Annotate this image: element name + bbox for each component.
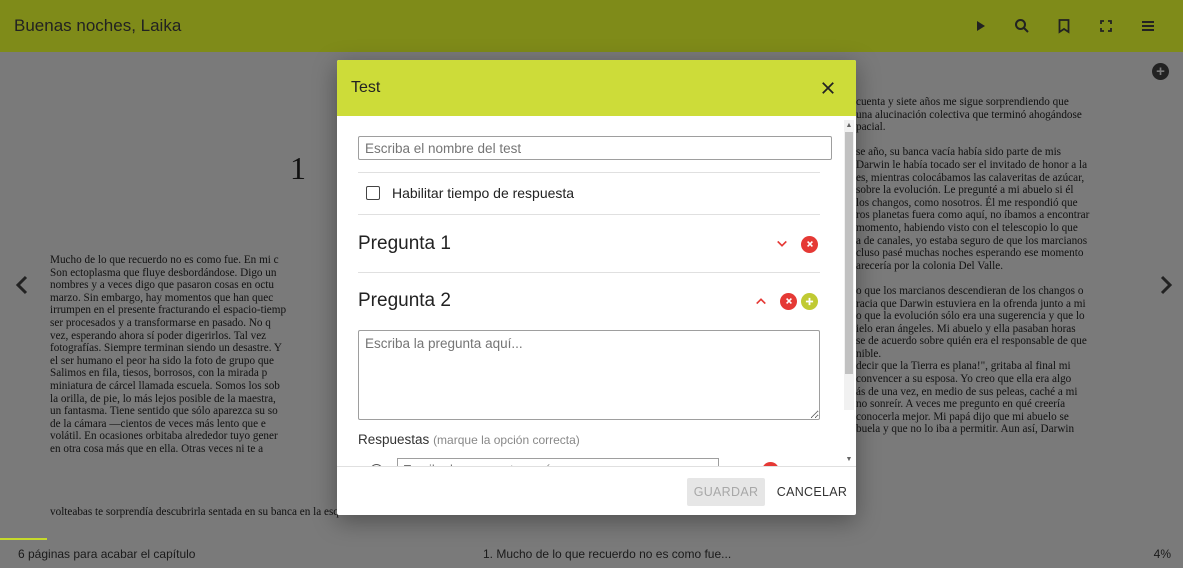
left-line: fotografías. Siempre terminan siendo un …	[50, 342, 282, 355]
left-line: en otra cosa más que en ella. Otras vece…	[50, 442, 264, 455]
previous-page-arrow-icon[interactable]	[10, 270, 34, 300]
timer-label: Habilitar tiempo de respuesta	[392, 185, 575, 201]
right-line: una alucinación colectiva que terminó ah…	[856, 108, 1082, 121]
right-line: ás de una vez, en medio de sus peleas, c…	[856, 385, 1078, 398]
right-line: nible.	[856, 347, 882, 360]
reading-progress-bar	[0, 538, 48, 540]
left-line: Son ectoplasma que fluye desbordándose. …	[50, 266, 277, 279]
left-line: Mucho de lo que recuerdo no es como fue.…	[50, 254, 279, 266]
right-line: sobre la evolución. Le pregunté a mi abu…	[856, 184, 1074, 197]
right-line: a de canales, yo estaba seguro de que lo…	[856, 234, 1088, 247]
right-line: es, mientras colocábamos las calaveritas…	[856, 171, 1085, 184]
right-line: cluso pasé muchas noches esperando ese m…	[856, 247, 1084, 260]
delete-question-2-icon[interactable]	[780, 292, 797, 310]
toolbar	[959, 0, 1169, 52]
bottom-bar: 6 páginas para acabar el capítulo 1. Muc…	[0, 538, 1183, 568]
right-line: o que los marcianos descendieran de los …	[856, 284, 1084, 297]
test-name-input[interactable]	[358, 136, 832, 160]
play-icon[interactable]	[959, 0, 1001, 52]
scroll-up-arrow-icon[interactable]: ▲	[845, 122, 853, 130]
add-icon[interactable]: +	[1152, 63, 1169, 80]
right-line: racia que Darwin estuviera en la ofrenda…	[856, 297, 1086, 310]
bookmark-icon[interactable]	[1043, 0, 1085, 52]
menu-icon[interactable]	[1127, 0, 1169, 52]
right-line: arecería por la colonia Del Valle.	[856, 259, 1004, 272]
fullscreen-icon[interactable]	[1085, 0, 1127, 52]
search-icon[interactable]	[1001, 0, 1043, 52]
chapter-title-text: 1. Mucho de lo que recuerdo no es como f…	[483, 547, 732, 561]
right-line: conocerla mejor. Mi papá dijo que mi abu…	[856, 410, 1069, 423]
right-line: no sonreír. A veces me pregunto en qué c…	[856, 398, 1066, 411]
left-line: marzo. Sin embargo, hay momentos que han…	[50, 291, 274, 304]
left-line: el ser humano el peor ha sido la foto de…	[50, 354, 274, 367]
right-line: decir que la Tierra es plana!", gritaba …	[856, 360, 1071, 373]
chevron-up-icon[interactable]	[752, 292, 770, 310]
right-line: convencer a su esposa. Yo creo que ella …	[856, 373, 1072, 386]
answer-input[interactable]	[397, 458, 719, 466]
timer-option[interactable]: Habilitar tiempo de respuesta	[366, 185, 574, 201]
right-line: se de acuerdo sobre quién era el respons…	[856, 335, 1087, 348]
right-line	[856, 272, 1146, 285]
left-line: vez, esperando ahora sí poder digerirlos…	[50, 329, 267, 342]
divider	[358, 272, 820, 273]
left-line: Salimos en fila, tiesos, borrosos, con l…	[50, 367, 268, 380]
right-text-column: cuenta y siete años me sigue sorprendien…	[856, 96, 1146, 436]
cancel-button[interactable]: CANCELAR	[775, 478, 849, 506]
answers-heading: Respuestas (marque la opción correcta)	[358, 432, 580, 447]
right-line	[856, 134, 1146, 147]
chapter-number: 1	[290, 150, 306, 186]
timer-checkbox[interactable]	[366, 186, 380, 200]
answer-row	[370, 458, 779, 466]
dialog-header: Test	[337, 60, 856, 116]
right-line: ros planetas fuera como aquí, no íbamos …	[856, 209, 1090, 222]
question-text-area[interactable]	[358, 330, 820, 420]
left-line: la orilla, de pie, lo más lejos posible …	[50, 392, 276, 405]
chevron-down-icon[interactable]	[773, 235, 791, 253]
right-line: o que la evolución sólo era una sugerenc…	[856, 310, 1085, 323]
close-icon[interactable]	[816, 76, 840, 100]
right-line: momento, habiendo visto con el telescopi…	[856, 221, 1078, 234]
right-line: ielo eran ángeles. Mi abuelo y ella pasa…	[856, 322, 1076, 335]
dialog-title: Test	[351, 79, 381, 96]
left-text-column: Mucho de lo que recuerdo no es como fue.…	[50, 254, 340, 456]
right-line: pacial.	[856, 121, 886, 134]
answers-hint: (marque la opción correcta)	[433, 433, 580, 447]
left-line: volátil. En ocasiones orbitaba alrededor…	[50, 430, 278, 443]
right-line: buela y que no lo iba a permitir. Aun as…	[856, 423, 1075, 436]
book-title: Buenas noches, Laika	[14, 16, 182, 35]
question-2-row[interactable]: Pregunta 2	[358, 286, 820, 316]
dialog-body: Habilitar tiempo de respuesta Pregunta 1…	[337, 116, 856, 466]
left-line: nombres y a veces digo que pasaron cosas…	[50, 279, 274, 292]
delete-question-1-icon[interactable]	[801, 235, 818, 253]
dialog-footer: GUARDAR CANCELAR	[337, 466, 856, 515]
progress-percent: 4%	[1153, 547, 1171, 561]
right-line: cuenta y siete años me sigue sorprendien…	[856, 96, 1069, 108]
dialog-scrollbar-thumb[interactable]	[845, 132, 853, 374]
next-page-arrow-icon[interactable]	[1154, 270, 1178, 300]
left-line: irrumpen en el presente fracturando el e…	[50, 304, 287, 317]
top-bar: Buenas noches, Laika	[0, 0, 1183, 52]
question-1-row[interactable]: Pregunta 1	[358, 229, 820, 259]
right-line: se año, su banca vacía había sido parte …	[856, 146, 1062, 159]
scroll-down-arrow-icon[interactable]: ▼	[845, 456, 853, 464]
question-2-label: Pregunta 2	[358, 290, 451, 311]
divider	[358, 172, 820, 173]
save-button[interactable]: GUARDAR	[687, 478, 765, 506]
left-line: ser procesados y a transformarse en pasa…	[50, 316, 271, 329]
right-line: los changos, como nosotros. Él me respon…	[856, 196, 1078, 209]
left-line: miniatura de cárcel llamada escuela. Som…	[50, 379, 280, 392]
answers-label: Respuestas	[358, 432, 430, 447]
test-dialog: Test Habilitar tiempo de respuesta Pregu…	[337, 60, 856, 515]
pages-left-text: 6 páginas para acabar el capítulo	[18, 547, 196, 561]
left-line: de la cámara —cientos de veces más lento…	[50, 417, 266, 430]
question-1-label: Pregunta 1	[358, 233, 451, 254]
divider	[358, 214, 820, 215]
add-answer-icon[interactable]	[801, 292, 818, 310]
right-line: Darwin le había tocado ser el invitado d…	[856, 158, 1088, 171]
left-line: un fantasma. Tiene sentido que sólo apar…	[50, 405, 278, 418]
